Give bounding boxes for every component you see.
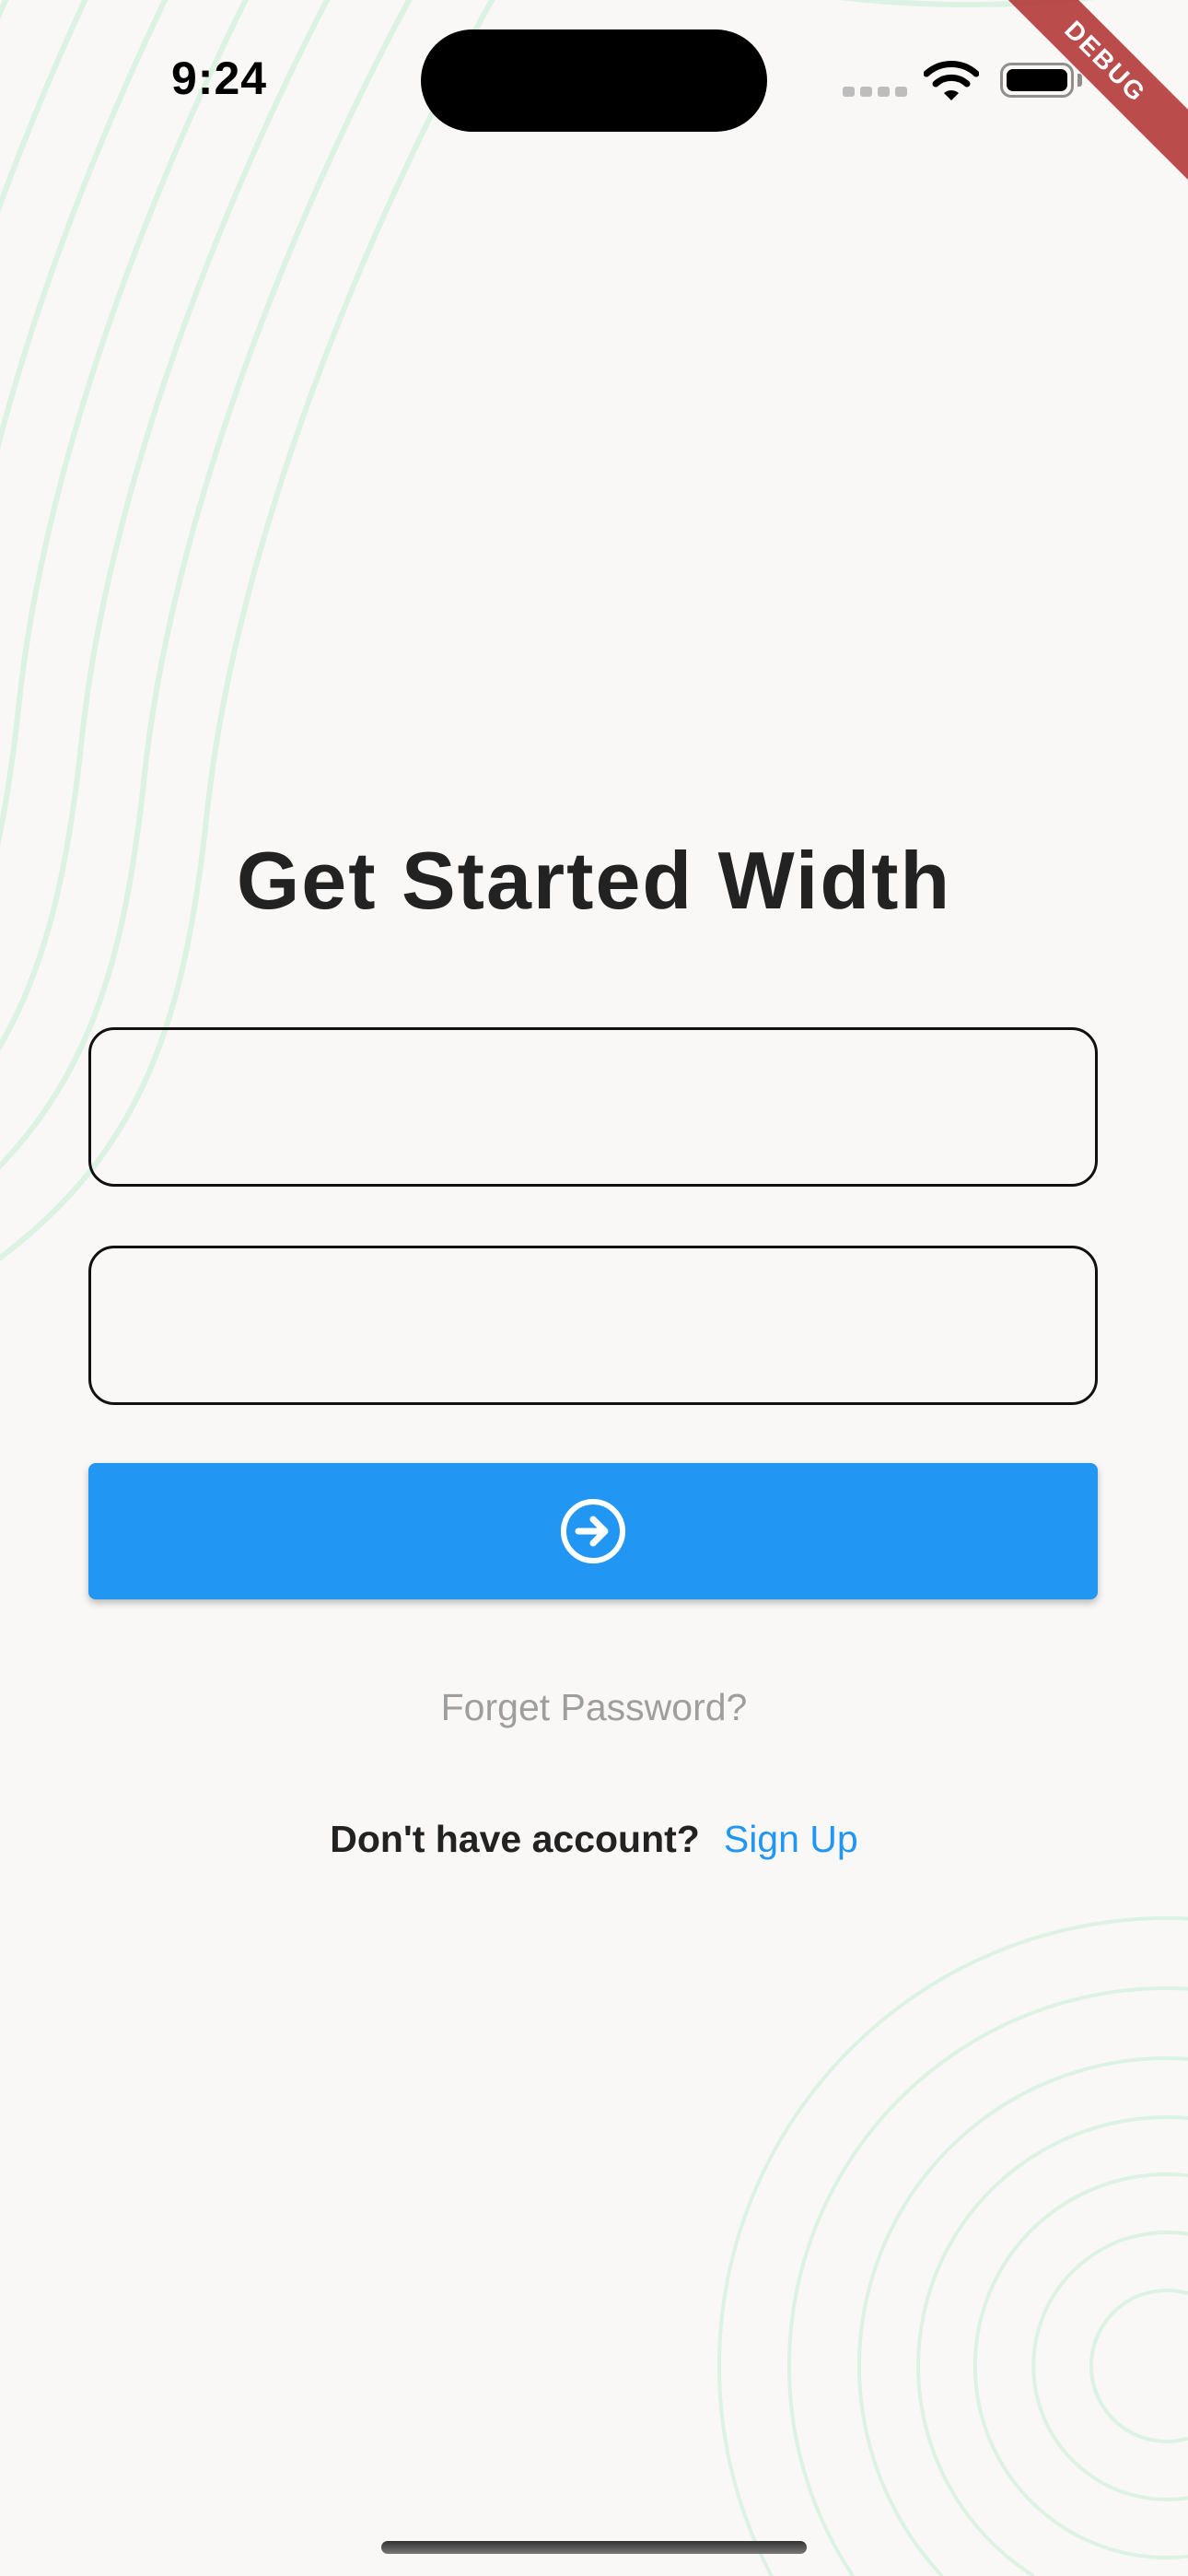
no-account-label: Don't have account? [330,1818,700,1860]
page-title: Get Started Width [236,835,952,926]
debug-banner-corner: DEBUG [1004,0,1188,184]
signup-row: Don't have account? Sign Up [0,1818,1188,1861]
username-input[interactable] [91,1030,1095,1184]
password-field[interactable] [88,1246,1098,1405]
status-time: 9:24 [171,53,268,104]
arrow-circle-right-icon [561,1499,625,1563]
decorative-ring [716,1915,1188,2576]
decorative-curve [0,0,169,450]
forgot-password-link[interactable]: Forget Password? [0,1686,1188,1729]
decorative-ring [786,1985,1188,2576]
password-input[interactable] [91,1248,1095,1402]
home-indicator[interactable] [381,2541,807,2554]
username-field[interactable] [88,1027,1098,1187]
sign-up-link[interactable]: Sign Up [724,1818,858,1860]
submit-button[interactable] [88,1463,1098,1599]
dynamic-island [421,29,767,132]
wifi-icon [924,61,979,100]
decorative-ring [1089,2289,1188,2443]
decorative-curve [0,0,331,1052]
cellular-signal-icon [843,87,907,97]
decorative-ring [1031,2231,1188,2501]
decorative-curve [0,0,250,847]
debug-banner: DEBUG [1004,0,1188,184]
decorative-ring [916,2115,1188,2576]
